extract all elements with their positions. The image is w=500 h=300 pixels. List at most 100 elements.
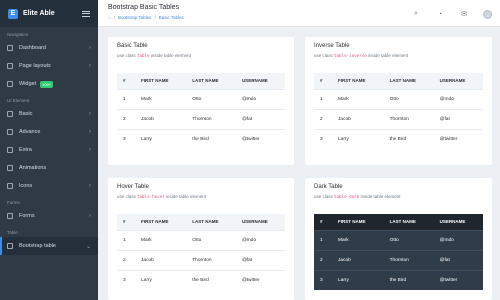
card-subtitle: use class table inside table element <box>117 53 191 58</box>
table-cell: 3 <box>117 269 135 290</box>
column-header[interactable]: USERNAME <box>235 214 285 230</box>
column-header[interactable]: FIRST NAME <box>135 73 187 89</box>
table-cell: 1 <box>117 88 135 109</box>
table-cell: 1 <box>314 229 332 250</box>
sidebar-item-dashboard[interactable]: Dashboard › <box>0 39 98 57</box>
column-header[interactable]: LAST NAME <box>383 214 434 230</box>
sidebar-item-label: Animations <box>19 165 47 171</box>
table-row: 3 Larry the Bird @twitter <box>314 269 483 290</box>
sidebar-item-basic[interactable]: Basic › <box>0 105 98 123</box>
card-subtitle: use class table-hover inside table eleme… <box>117 194 207 199</box>
sidebar-item-label: Bootstrap table <box>19 243 56 249</box>
brand-logo[interactable]: E <box>8 8 18 19</box>
hover-table-card: Hover Table use class table-hover inside… <box>108 178 294 300</box>
breadcrumb-separator: / <box>154 15 156 20</box>
icons-icon <box>7 183 13 189</box>
table-cell: @twitter <box>235 128 285 149</box>
column-header[interactable]: FIRST NAME <box>332 214 384 230</box>
card-subtitle: use class table-inverse inside table ele… <box>314 53 409 58</box>
table-cell: Otto <box>383 229 434 250</box>
top-header: Bootstrap Basic Tables ⌂ / Bootstrap Tab… <box>98 0 500 27</box>
column-header[interactable]: FIRST NAME <box>332 73 384 89</box>
table-row: 2 Jacob Thornton @fat <box>314 108 483 129</box>
widget-count-badge: 100+ <box>40 80 54 88</box>
table-row[interactable]: 3 Larry the Bird @twitter <box>117 269 285 290</box>
table-row[interactable]: 2 Jacob Thornton @fat <box>117 249 285 270</box>
search-icon[interactable]: ⌕ <box>411 9 421 19</box>
chevron-right-icon: › <box>89 111 91 117</box>
table-cell: Jacob <box>135 108 187 129</box>
table-cell: the Bird <box>383 128 434 149</box>
column-header[interactable]: USERNAME <box>433 73 483 89</box>
column-header[interactable]: FIRST NAME <box>135 214 187 230</box>
table-cell: @fat <box>433 249 483 270</box>
table-cell: 1 <box>314 88 332 109</box>
table-cell: Jacob <box>332 249 384 270</box>
table-row: 2 Jacob Thornton @fat <box>117 108 285 129</box>
table-cell: Otto <box>186 88 236 109</box>
home-icon[interactable]: ⌂ <box>108 15 111 20</box>
breadcrumb: ⌂ / Bootstrap Tables / Basic Tables <box>108 15 184 20</box>
menu-toggle-icon[interactable] <box>82 10 90 17</box>
basic-icon <box>7 111 13 117</box>
table-row: 2 Jacob Thornton @fat <box>314 249 483 270</box>
nav-section-label: Table <box>7 230 18 235</box>
table-cell: Jacob <box>135 249 187 270</box>
sidebar-item-label: Widget <box>19 81 37 87</box>
sidebar-item-widget[interactable]: Widget 100+ <box>0 75 98 93</box>
notifications-icon[interactable]: ◔ <box>435 9 445 19</box>
column-header[interactable]: LAST NAME <box>383 73 434 89</box>
breadcrumb-current[interactable]: Basic Tables <box>159 15 184 20</box>
table-cell: @fat <box>235 108 285 129</box>
sidebar-item-advance[interactable]: Advance › <box>0 123 98 141</box>
table-cell: Mark <box>135 88 187 109</box>
table-cell: Thornton <box>383 249 434 270</box>
sidebar-item-bootstrap-table[interactable]: Bootstrap table ⌄ <box>0 237 98 255</box>
advance-icon <box>7 129 13 135</box>
sidebar-item-animations[interactable]: Animations <box>0 159 98 177</box>
breadcrumb-link[interactable]: Bootstrap Tables <box>118 15 151 20</box>
sidebar-item-extra[interactable]: Extra › <box>0 141 98 159</box>
sidebar-item-page-layouts[interactable]: Page layouts › <box>0 57 98 75</box>
table-cell: Thornton <box>383 108 434 129</box>
brand-name[interactable]: Elite Able <box>23 10 55 17</box>
column-header[interactable]: LAST NAME <box>186 73 236 89</box>
column-header[interactable]: LAST NAME <box>186 214 236 230</box>
mail-icon[interactable]: ✉ <box>459 9 469 19</box>
card-title: Dark Table <box>314 184 343 190</box>
table-cell: @fat <box>433 108 483 129</box>
avatar[interactable] <box>483 9 492 19</box>
chevron-right-icon: › <box>89 45 91 51</box>
sidebar-item-label: Advance <box>19 129 41 135</box>
table-cell: the Bird <box>186 128 236 149</box>
card-title: Inverse Table <box>314 43 350 49</box>
column-header[interactable]: # <box>314 214 332 230</box>
column-header[interactable]: # <box>117 214 135 230</box>
table-cell: @mdo <box>433 88 483 109</box>
table-cell: @mdo <box>433 229 483 250</box>
sidebar-item-label: Forms <box>19 213 35 219</box>
column-header[interactable]: USERNAME <box>433 214 483 230</box>
table-cell: @twitter <box>433 128 483 149</box>
column-header[interactable]: USERNAME <box>235 73 285 89</box>
table-row: 1 Mark Otto @mdo <box>314 229 483 250</box>
table-cell: Mark <box>332 229 384 250</box>
sidebar-item-forms[interactable]: Forms › <box>0 207 98 225</box>
column-header[interactable]: # <box>314 73 332 89</box>
nav-section-label: Forms <box>7 200 20 205</box>
dashboard-icon <box>7 45 13 51</box>
forms-icon <box>7 213 13 219</box>
sidebar-item-label: Basic <box>19 111 33 117</box>
sidebar-item-icons[interactable]: Icons › <box>0 177 98 195</box>
table-cell: the Bird <box>383 269 434 290</box>
table-cell: Larry <box>135 128 187 149</box>
chevron-right-icon: › <box>89 147 91 153</box>
sidebar-item-label: Page layouts <box>19 63 51 69</box>
basic-table: # FIRST NAME LAST NAME USERNAME 1 Mark Ott… <box>117 73 285 149</box>
dark-table-card: Dark Table use class table-dark inside t… <box>305 178 492 300</box>
table-row[interactable]: 1 Mark Otto @mdo <box>117 229 285 250</box>
column-header[interactable]: # <box>117 73 135 89</box>
extra-icon <box>7 147 13 153</box>
widget-icon <box>7 81 13 87</box>
hover-table: # FIRST NAME LAST NAME USERNAME 1 Mark Ott… <box>117 214 285 290</box>
